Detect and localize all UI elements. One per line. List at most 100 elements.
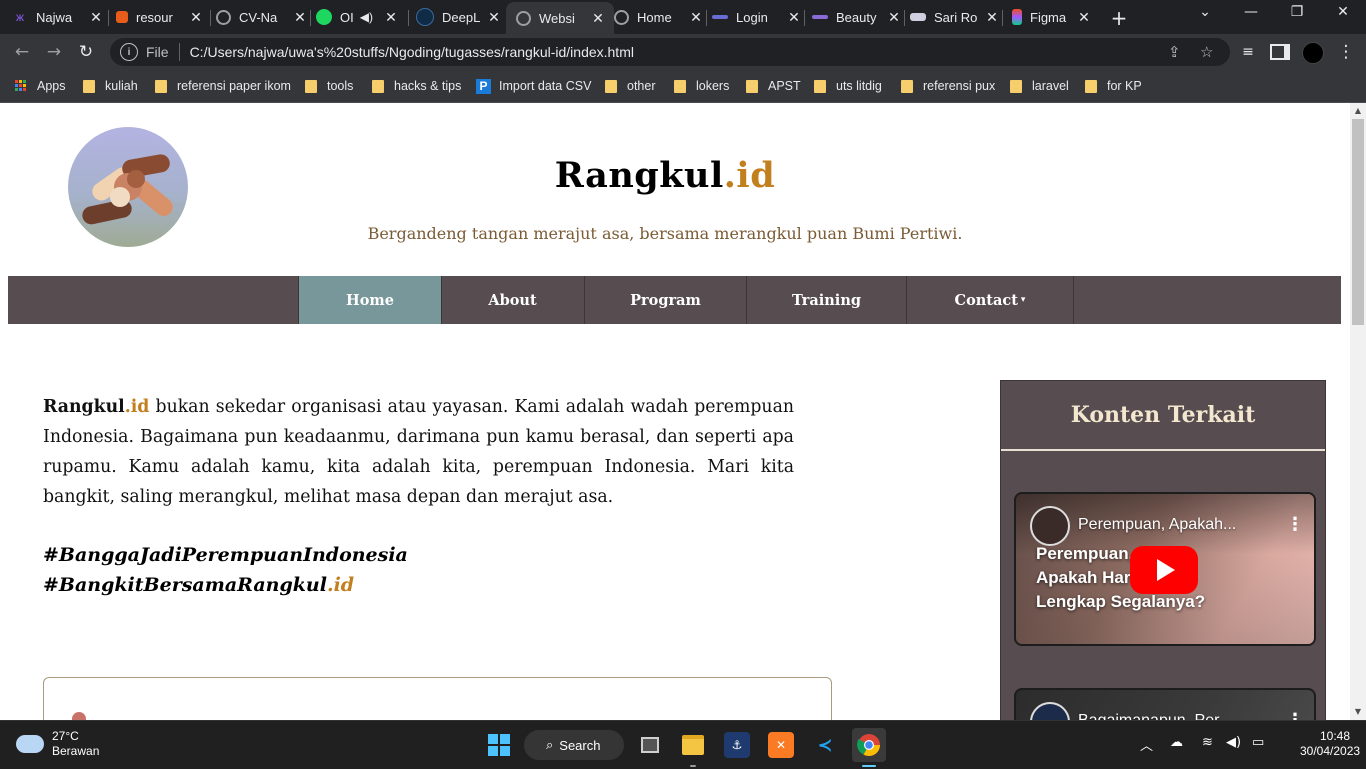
close-tab-icon[interactable]: ✕: [486, 9, 502, 26]
video-menu-icon[interactable]: ⋮: [1286, 710, 1304, 720]
file-explorer-icon[interactable]: [680, 732, 706, 758]
windows-start-icon[interactable]: [486, 732, 512, 758]
task-view-icon[interactable]: [637, 732, 663, 758]
speaker-icon[interactable]: ◀): [360, 10, 373, 24]
scroll-up-arrow-icon[interactable]: ▲: [1353, 106, 1363, 115]
xampp-icon[interactable]: ✕: [768, 732, 794, 758]
active-indicator: [862, 765, 876, 767]
channel-avatar[interactable]: [1030, 506, 1070, 546]
tab-login[interactable]: Login ✕: [712, 4, 802, 30]
video-title[interactable]: Bagaimanapun, Per...: [1078, 712, 1232, 720]
close-tab-icon[interactable]: ✕: [688, 9, 704, 26]
bookmark-apps[interactable]: Apps: [15, 76, 66, 96]
bookmark-folder-uts-litdig[interactable]: uts litdig: [814, 76, 882, 96]
bookmark-folder-laravel[interactable]: laravel: [1010, 76, 1069, 96]
video-title[interactable]: Perempuan, Apakah...: [1078, 516, 1236, 534]
tab-sari[interactable]: Sari Ro ✕: [910, 4, 1000, 30]
forward-button[interactable]: →: [42, 41, 66, 63]
tab-search-button[interactable]: ⌄: [1190, 4, 1220, 20]
close-tab-icon[interactable]: ✕: [88, 9, 104, 26]
bookmark-folder-hacks[interactable]: hacks & tips: [372, 76, 461, 96]
channel-avatar[interactable]: [1030, 702, 1070, 720]
tab-figma[interactable]: Figma ✕: [1012, 4, 1092, 30]
browser-tab-strip: ж Najwa ✕ resour ✕ CV-Na ✕ OI ◀) ✕ DeepL…: [0, 0, 1366, 34]
tab-spotify[interactable]: OI ◀) ✕: [316, 4, 402, 30]
bookmark-folder-other[interactable]: other: [605, 76, 656, 96]
bookmark-star-icon[interactable]: ☆: [1200, 43, 1213, 61]
tab-najwa[interactable]: ж Najwa ✕: [12, 4, 104, 30]
youtube-play-button[interactable]: [1130, 546, 1198, 594]
share-icon[interactable]: ⇪: [1168, 43, 1181, 61]
wifi-icon[interactable]: ≋: [1202, 735, 1213, 750]
volume-icon[interactable]: ◀): [1226, 735, 1241, 750]
close-tab-icon[interactable]: ✕: [292, 9, 308, 26]
tab-resources[interactable]: resour ✕: [114, 4, 204, 30]
mysql-workbench-icon[interactable]: ⚓: [724, 732, 750, 758]
folder-icon: [305, 79, 317, 93]
vscode-icon[interactable]: ≺: [812, 732, 838, 758]
bookmark-label: referensi pux: [923, 79, 996, 93]
close-tab-icon[interactable]: ✕: [590, 10, 606, 27]
close-tab-icon[interactable]: ✕: [188, 9, 204, 26]
close-window-button[interactable]: ✕: [1328, 4, 1358, 20]
tab-website-active[interactable]: Websi ✕: [506, 2, 614, 34]
battery-icon[interactable]: ▭: [1252, 735, 1264, 750]
tab-cv[interactable]: CV-Na ✕: [216, 4, 308, 30]
scroll-down-arrow-icon[interactable]: ▼: [1353, 707, 1363, 716]
page-scrollbar[interactable]: ▲ ▼: [1350, 103, 1366, 720]
bookmark-import-csv[interactable]: P Import data CSV: [476, 76, 591, 96]
weather-widget[interactable]: 27°C Berawan: [16, 729, 99, 759]
minimize-button[interactable]: —: [1236, 4, 1266, 20]
nav-home[interactable]: Home: [298, 276, 442, 324]
hashtag-bangkit-main: #BangkitBersamaRangkul: [43, 574, 327, 596]
back-button[interactable]: ←: [10, 41, 34, 63]
close-tab-icon[interactable]: ✕: [886, 9, 902, 26]
close-tab-icon[interactable]: ✕: [984, 9, 1000, 26]
youtube-video-embed[interactable]: Perempuan, Apakah... ⋮ Perempuan, Apakah…: [1014, 492, 1316, 646]
bookmark-folder-referensi-pux[interactable]: referensi pux: [901, 76, 995, 96]
youtube-video-embed-2[interactable]: Bagaimanapun, Per... ⋮: [1014, 688, 1316, 720]
system-clock[interactable]: 10:48 30/04/2023: [1300, 729, 1360, 759]
hashtag-bangkit: #BangkitBersamaRangkul.id: [43, 570, 408, 600]
reload-button[interactable]: ↻: [74, 41, 98, 63]
tab-beauty[interactable]: Beauty ✕: [812, 4, 902, 30]
close-tab-icon[interactable]: ✕: [383, 9, 399, 26]
folder-icon: [814, 79, 826, 93]
side-panel-icon[interactable]: [1268, 41, 1292, 63]
bookmark-folder-lokers[interactable]: lokers: [674, 76, 729, 96]
menu-kebab-icon[interactable]: ⋮: [1334, 41, 1358, 63]
tab-home[interactable]: Home ✕: [614, 4, 704, 30]
info-icon[interactable]: i: [120, 43, 138, 61]
tray-overflow-chevron-icon[interactable]: ︿: [1140, 735, 1153, 754]
scrollbar-thumb[interactable]: [1352, 119, 1364, 325]
bookmark-folder-kuliah[interactable]: kuliah: [83, 76, 138, 96]
bookmark-folder-apst[interactable]: APST: [746, 76, 801, 96]
tab-deepl[interactable]: DeepL ✕: [416, 4, 502, 30]
folder-icon: [155, 79, 167, 93]
restore-button[interactable]: ❐: [1282, 4, 1312, 20]
hashtag-bangga: #BanggaJadiPerempuanIndonesia: [43, 544, 408, 566]
globe-icon: [516, 10, 531, 26]
chrome-taskbar-button[interactable]: [852, 728, 886, 762]
nav-program[interactable]: Program: [585, 276, 747, 324]
bookmark-folder-referensi-paper[interactable]: referensi paper ikom: [155, 76, 291, 96]
tab-divider: [310, 10, 311, 26]
nav-training[interactable]: Training: [747, 276, 907, 324]
profile-avatar[interactable]: [1302, 42, 1324, 64]
close-tab-icon[interactable]: ✕: [786, 9, 802, 26]
omnibox-divider: [178, 43, 180, 61]
media-control-icon[interactable]: ≡: [1236, 41, 1260, 63]
address-bar[interactable]: i File C:/Users/najwa/uwa's%20stuffs/Ngo…: [110, 38, 1230, 66]
close-tab-icon[interactable]: ✕: [1076, 9, 1092, 26]
hashtags: #BanggaJadiPerempuanIndonesia #BangkitBe…: [43, 540, 408, 600]
bookmark-folder-for-kp[interactable]: for KP: [1085, 76, 1142, 96]
video-menu-icon[interactable]: ⋮: [1286, 514, 1304, 535]
file-label: File: [146, 44, 169, 60]
new-tab-button[interactable]: +: [1108, 6, 1130, 30]
nav-about[interactable]: About: [441, 276, 585, 324]
url-text[interactable]: C:/Users/najwa/uwa's%20stuffs/Ngoding/tu…: [190, 44, 634, 60]
onedrive-cloud-icon[interactable]: ☁: [1170, 735, 1183, 750]
bookmark-folder-tools[interactable]: tools: [305, 76, 353, 96]
nav-contact[interactable]: Contact ▾: [907, 276, 1074, 324]
taskbar-search[interactable]: ⌕ Search: [524, 730, 624, 760]
